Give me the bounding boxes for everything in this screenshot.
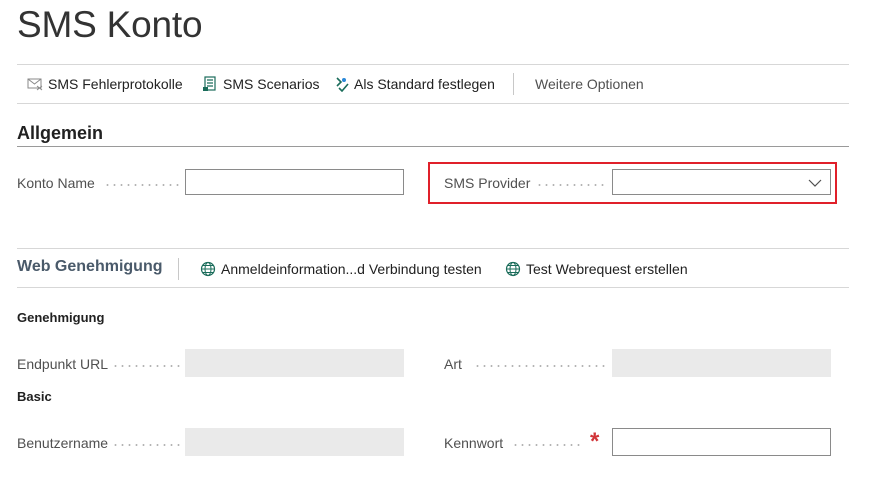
chevron-down-icon <box>808 176 822 190</box>
sms-provider-dots <box>536 184 606 186</box>
page-title: SMS Konto <box>17 4 203 45</box>
more-options-button[interactable]: Weitere Optionen <box>535 64 644 104</box>
set-default-label: Als Standard festlegen <box>354 76 495 92</box>
password-dots <box>512 444 580 446</box>
toolbar-separator <box>513 73 514 95</box>
test-credentials-button[interactable]: Anmeldeinformation...d Verbindung testen <box>200 249 482 289</box>
default-check-icon <box>333 76 349 92</box>
test-credentials-label: Anmeldeinformation...d Verbindung testen <box>221 261 482 277</box>
endpoint-url-dots <box>112 365 180 367</box>
sms-provider-label: SMS Provider <box>444 175 531 191</box>
scenarios-button[interactable]: SMS Scenarios <box>202 64 319 104</box>
envelope-error-icon <box>27 76 43 92</box>
genehmigung-group-title: Genehmigung <box>17 310 105 325</box>
username-input[interactable] <box>185 428 404 456</box>
globe-icon <box>505 261 521 277</box>
web-auth-section-title[interactable]: Web Genehmigung <box>17 258 162 276</box>
toolbar-bottom-divider <box>17 103 849 104</box>
required-marker: * <box>590 428 600 455</box>
endpoint-url-input[interactable] <box>185 349 404 377</box>
password-input[interactable] <box>612 428 831 456</box>
account-name-label: Konto Name <box>17 175 95 191</box>
endpoint-url-label: Endpunkt URL <box>17 356 109 372</box>
more-options-label: Weitere Optionen <box>535 76 644 92</box>
password-label: Kennwort <box>444 435 504 451</box>
account-name-input[interactable] <box>185 169 404 195</box>
set-default-button[interactable]: Als Standard festlegen <box>333 64 495 104</box>
type-label: Art <box>444 356 462 372</box>
scenarios-label: SMS Scenarios <box>223 76 320 92</box>
error-log-button[interactable]: SMS Fehlerprotokolle <box>27 64 183 104</box>
account-name-dots <box>104 184 180 186</box>
document-list-icon <box>202 76 218 92</box>
username-label: Benutzername <box>17 435 109 451</box>
username-dots <box>112 444 180 446</box>
web-auth-separator <box>178 258 179 280</box>
create-test-request-label: Test Webrequest erstellen <box>526 261 688 277</box>
general-section-divider <box>17 146 849 147</box>
action-toolbar: SMS Fehlerprotokolle SMS Scenarios Als S… <box>17 64 849 104</box>
basic-group-title: Basic <box>17 389 52 404</box>
general-section-title[interactable]: Allgemein <box>17 123 103 144</box>
type-dots <box>474 365 606 367</box>
error-log-label: SMS Fehlerprotokolle <box>48 76 183 92</box>
create-test-request-button[interactable]: Test Webrequest erstellen <box>505 249 688 289</box>
web-auth-bottom-divider <box>17 287 849 288</box>
sms-provider-select[interactable] <box>612 169 831 195</box>
globe-icon <box>200 261 216 277</box>
type-input[interactable] <box>612 349 831 377</box>
